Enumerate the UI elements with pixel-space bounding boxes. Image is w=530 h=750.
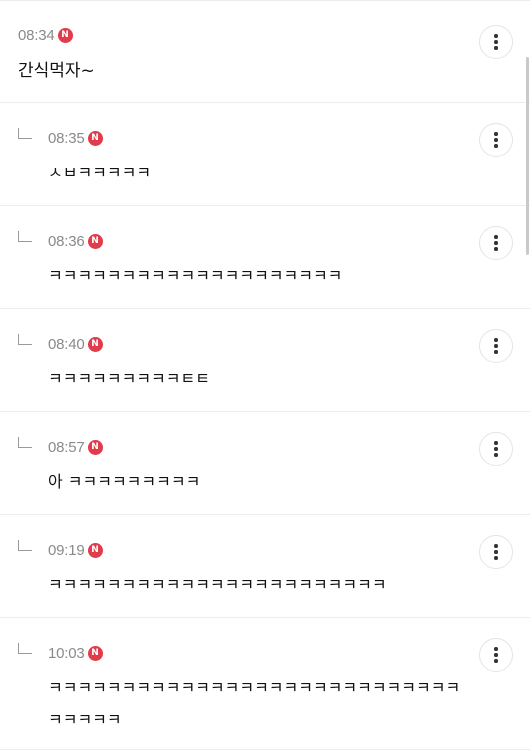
more-vertical-icon-dot bbox=[494, 556, 498, 560]
comment-meta: 08:40 N bbox=[48, 334, 103, 354]
reply-arrow-icon bbox=[18, 231, 32, 242]
more-vertical-icon bbox=[494, 338, 498, 342]
more-vertical-icon-dot bbox=[494, 659, 498, 663]
more-vertical-icon-dot bbox=[494, 653, 498, 657]
more-vertical-icon-dot bbox=[494, 247, 498, 251]
reply-item: 08:40 N ㅋㅋㅋㅋㅋㅋㅋㅋㅋㅌㅌ bbox=[0, 309, 530, 412]
comment-text: ㅋㅋㅋㅋㅋㅋㅋㅋㅋㅋㅋㅋㅋㅋㅋㅋㅋㅋㅋㅋㅋㅋㅋㅋㅋㅋㅋㅋㅋㅋㅋㅋㅋ bbox=[48, 678, 461, 729]
comment-text: ㅋㅋㅋㅋㅋㅋㅋㅋㅋㅌㅌ bbox=[48, 369, 210, 388]
comment-text: ㅋㅋㅋㅋㅋㅋㅋㅋㅋㅋㅋㅋㅋㅋㅋㅋㅋㅋㅋㅋㅋㅋㅋ bbox=[48, 575, 387, 594]
comment-time: 08:35 bbox=[48, 129, 85, 147]
new-badge-icon: N bbox=[87, 542, 103, 558]
more-vertical-icon-dot bbox=[494, 138, 498, 142]
more-options-button[interactable] bbox=[479, 226, 513, 260]
comment-text: ㅋㅋㅋㅋㅋㅋㅋㅋㅋㅋㅋㅋㅋㅋㅋㅋㅋㅋㅋㅋ bbox=[48, 266, 343, 285]
comment-time: 08:36 bbox=[48, 232, 85, 250]
new-badge-icon: N bbox=[87, 233, 103, 249]
more-vertical-icon-dot bbox=[494, 46, 498, 50]
more-vertical-icon bbox=[494, 441, 498, 445]
more-vertical-icon-dot bbox=[494, 350, 498, 354]
more-vertical-icon-dot bbox=[494, 40, 498, 44]
more-vertical-icon-dot bbox=[494, 344, 498, 348]
scrollbar[interactable] bbox=[526, 57, 529, 255]
reply-item: 08:35 N ㅅㅂㅋㅋㅋㅋㅋ bbox=[0, 103, 530, 206]
comment-item: 08:34 N 간식먹자~ bbox=[0, 1, 530, 103]
new-badge-icon: N bbox=[57, 27, 73, 43]
comment-list: 08:34 N 간식먹자~ 08:35 N ㅅㅂㅋㅋㅋㅋㅋ 08:36 N ㅋㅋ… bbox=[0, 1, 530, 750]
more-vertical-icon-dot bbox=[494, 453, 498, 457]
comment-time: 08:57 bbox=[48, 438, 85, 456]
new-badge-icon: N bbox=[87, 645, 103, 661]
comment-time: 10:03 bbox=[48, 644, 85, 662]
more-vertical-icon bbox=[494, 544, 498, 548]
more-vertical-icon-dot bbox=[494, 550, 498, 554]
more-vertical-icon bbox=[494, 34, 498, 38]
comment-time: 08:40 bbox=[48, 335, 85, 353]
reply-item: 08:36 N ㅋㅋㅋㅋㅋㅋㅋㅋㅋㅋㅋㅋㅋㅋㅋㅋㅋㅋㅋㅋ bbox=[0, 206, 530, 309]
more-vertical-icon-dot bbox=[494, 241, 498, 245]
more-options-button[interactable] bbox=[479, 329, 513, 363]
more-options-button[interactable] bbox=[479, 535, 513, 569]
reply-arrow-icon bbox=[18, 540, 32, 551]
more-options-button[interactable] bbox=[479, 432, 513, 466]
comment-text: 아 ㅋㅋㅋㅋㅋㅋㅋㅋㅋ bbox=[48, 472, 201, 491]
comment-meta: 10:03 N bbox=[48, 643, 103, 663]
more-vertical-icon bbox=[494, 235, 498, 239]
new-badge-icon: N bbox=[87, 439, 103, 455]
reply-arrow-icon bbox=[18, 643, 32, 654]
new-badge-icon: N bbox=[87, 336, 103, 352]
comment-meta: 08:34 N bbox=[18, 25, 73, 45]
reply-arrow-icon bbox=[18, 334, 32, 345]
more-options-button[interactable] bbox=[479, 25, 513, 59]
comment-meta: 09:19 N bbox=[48, 540, 103, 560]
more-options-button[interactable] bbox=[479, 123, 513, 157]
more-vertical-icon bbox=[494, 647, 498, 651]
reply-item: 08:57 N 아 ㅋㅋㅋㅋㅋㅋㅋㅋㅋ bbox=[0, 412, 530, 515]
more-vertical-icon-dot bbox=[494, 447, 498, 451]
more-vertical-icon-dot bbox=[494, 144, 498, 148]
more-vertical-icon bbox=[494, 132, 498, 136]
reply-arrow-icon bbox=[18, 128, 32, 139]
comment-meta: 08:35 N bbox=[48, 128, 103, 148]
comment-time: 08:34 bbox=[18, 26, 55, 44]
comment-meta: 08:36 N bbox=[48, 231, 103, 251]
comment-text: 간식먹자~ bbox=[18, 61, 95, 81]
reply-item: 09:19 N ㅋㅋㅋㅋㅋㅋㅋㅋㅋㅋㅋㅋㅋㅋㅋㅋㅋㅋㅋㅋㅋㅋㅋ bbox=[0, 515, 530, 618]
comment-meta: 08:57 N bbox=[48, 437, 103, 457]
new-badge-icon: N bbox=[87, 130, 103, 146]
comment-time: 09:19 bbox=[48, 541, 85, 559]
reply-item: 10:03 N ㅋㅋㅋㅋㅋㅋㅋㅋㅋㅋㅋㅋㅋㅋㅋㅋㅋㅋㅋㅋㅋㅋㅋㅋㅋㅋㅋㅋㅋㅋㅋㅋ… bbox=[0, 618, 530, 750]
more-options-button[interactable] bbox=[479, 638, 513, 672]
comment-text: ㅅㅂㅋㅋㅋㅋㅋ bbox=[48, 163, 152, 182]
reply-arrow-icon bbox=[18, 437, 32, 448]
